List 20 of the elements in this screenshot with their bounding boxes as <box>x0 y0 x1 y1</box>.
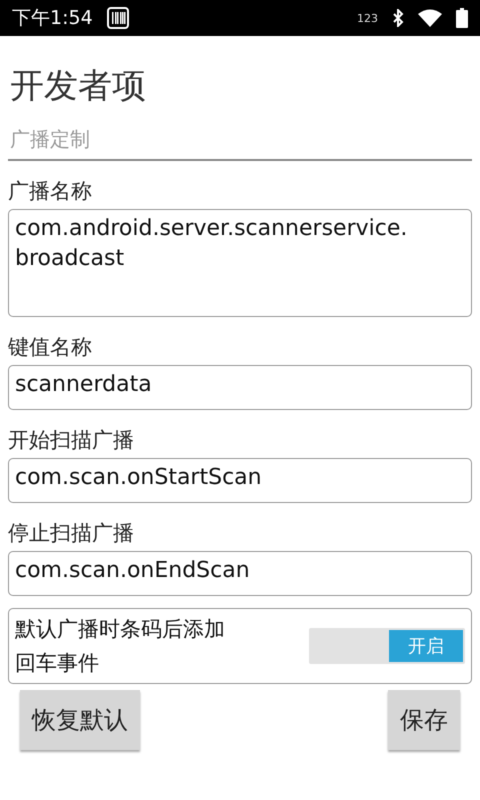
battery-icon <box>456 8 468 28</box>
text-field[interactable]: com.scan.onEndScan <box>8 551 472 596</box>
text-field[interactable]: scannerdata <box>8 365 472 410</box>
bluetooth-icon <box>392 9 404 27</box>
clock: 下午1:54 <box>12 6 93 31</box>
field-label: 键值名称 <box>8 334 93 361</box>
restore-defaults-button[interactable]: 恢复默认 <box>20 690 140 750</box>
switch-label: 默认广播时条码后添加回车事件 <box>15 616 226 677</box>
field-label: 停止扫描广播 <box>8 520 135 547</box>
field-label: 广播名称 <box>8 178 93 205</box>
text-field[interactable]: com.scan.onStartScan <box>8 458 472 503</box>
toggle-thumb: 开启 <box>389 630 463 662</box>
barcode-icon <box>106 7 129 29</box>
field-label: 开始扫描广播 <box>8 427 135 454</box>
section-title: 广播定制 <box>10 127 90 151</box>
page-title: 开发者项 <box>10 65 147 108</box>
wifi-icon <box>418 9 442 27</box>
text-field[interactable]: com.android.server.scannerservice. broadcast <box>8 209 472 317</box>
status-indicator: 123 <box>357 12 378 24</box>
save-button[interactable]: 保存 <box>388 690 460 750</box>
